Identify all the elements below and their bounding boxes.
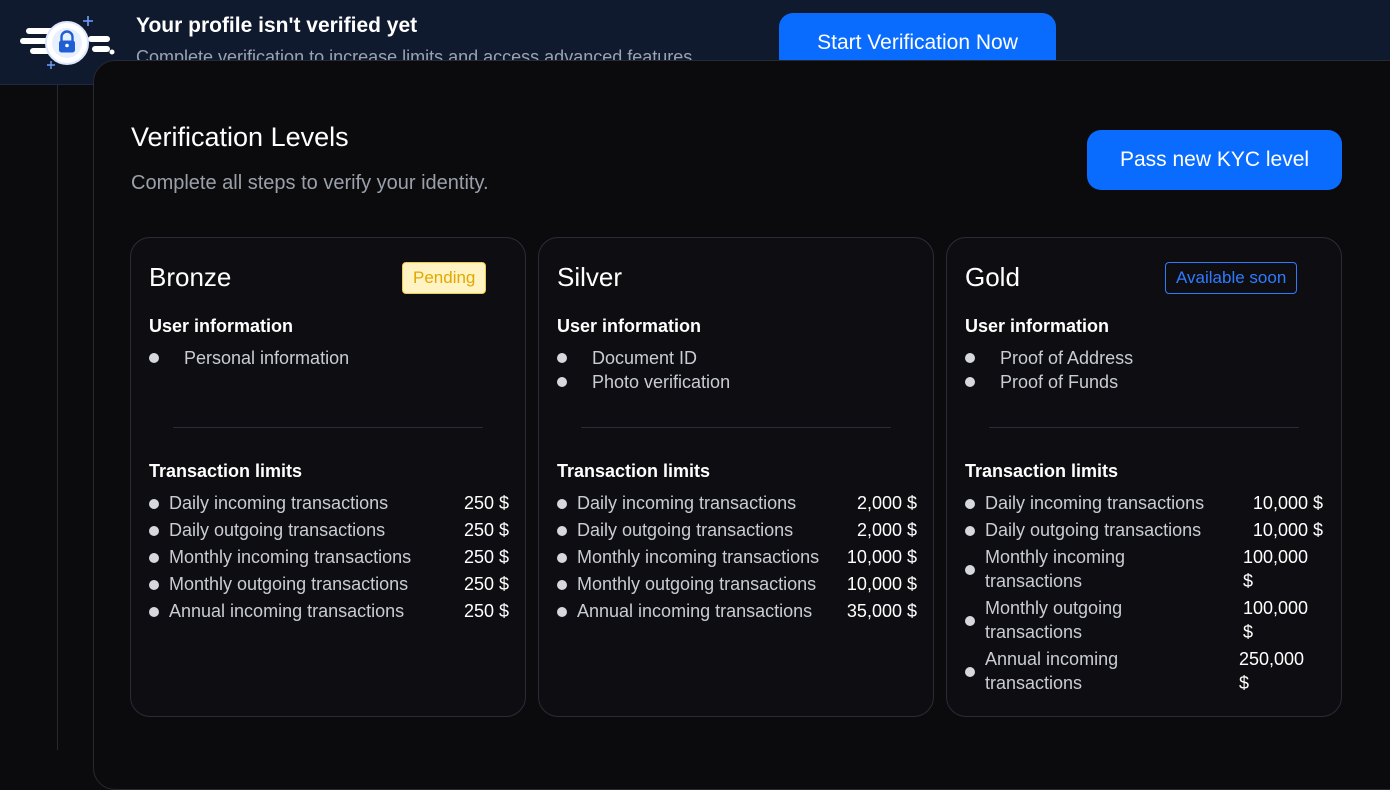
banner-title: Your profile isn't verified yet [136, 14, 418, 37]
limit-row: Daily incoming transactions 250 $ [149, 491, 509, 518]
divider [989, 427, 1299, 428]
bullet-icon [557, 607, 567, 617]
page-title: Verification Levels [131, 122, 349, 152]
limit-value: 2,000 $ [856, 520, 917, 540]
pass-kyc-level-button[interactable]: Pass new KYC level [1087, 130, 1342, 190]
bullet-icon [965, 667, 975, 677]
user-info-list: Proof of Address Proof of Funds [965, 346, 1133, 394]
limits-list: Daily incoming transactions 10,000 $ Dail… [965, 491, 1323, 698]
sidebar-divider [57, 85, 58, 750]
list-item: Photo verification [557, 370, 730, 394]
limits-list: Daily incoming transactions 2,000 $ Daily… [557, 491, 917, 626]
status-badge-available-soon: Available soon [1165, 262, 1298, 294]
level-card-gold: Gold Available soon User information Pro… [946, 237, 1342, 717]
limit-value: 10,000 $ [1252, 520, 1323, 540]
limit-row: Annual incoming transactions 35,000 $ [557, 599, 917, 626]
limit-row: Daily outgoing transactions 250 $ [149, 518, 509, 545]
limit-value: 250 $ [463, 493, 509, 513]
limit-label: Daily outgoing transactions [577, 520, 794, 540]
limit-row: Monthly incoming transactions 100,000 $ [965, 545, 1323, 596]
limit-label: Daily incoming transactions [169, 493, 389, 513]
bullet-icon [557, 377, 567, 387]
list-item: Document ID [557, 346, 730, 370]
limit-row: Monthly incoming transactions 250 $ [149, 545, 509, 572]
page-subtitle: Complete all steps to verify your identi… [131, 172, 489, 194]
user-info-list: Personal information [149, 346, 349, 370]
limit-label: Monthly incoming transactions [577, 547, 820, 567]
list-item: Proof of Funds [965, 370, 1133, 394]
limits-heading: Transaction limits [149, 461, 303, 481]
limits-list: Daily incoming transactions 250 $ Daily o… [149, 491, 509, 626]
limit-value: 35,000 $ [846, 601, 917, 621]
limit-row: Monthly incoming transactions 10,000 $ [557, 545, 917, 572]
limit-label: Annual incoming transactions [985, 649, 1119, 693]
divider [173, 427, 483, 428]
bullet-icon [965, 616, 975, 626]
limit-label: Daily outgoing transactions [985, 520, 1202, 540]
bullet-icon [149, 553, 159, 563]
limit-value: 100,000 $ [1243, 547, 1309, 591]
level-card-bronze: Bronze Pending User information Personal… [130, 237, 526, 717]
limit-label: Daily incoming transactions [985, 493, 1205, 513]
bullet-icon [965, 526, 975, 536]
limit-label: Annual incoming transactions [577, 601, 813, 621]
bullet-icon [149, 353, 159, 363]
bullet-icon [557, 353, 567, 363]
list-item: Personal information [149, 346, 349, 370]
limit-label: Monthly outgoing transactions [577, 574, 817, 594]
limit-row: Daily incoming transactions 2,000 $ [557, 491, 917, 518]
limit-value: 10,000 $ [846, 574, 917, 594]
limit-value: 10,000 $ [1252, 493, 1323, 513]
limit-row: Annual incoming transactions 250,000 $ [965, 647, 1323, 698]
bullet-icon [149, 580, 159, 590]
bullet-icon [557, 580, 567, 590]
limit-label: Annual incoming transactions [169, 601, 405, 621]
list-item: Proof of Address [965, 346, 1133, 370]
divider [581, 427, 891, 428]
limit-label: Monthly outgoing transactions [985, 598, 1123, 642]
bullet-icon [149, 526, 159, 536]
card-title: Silver [557, 262, 623, 292]
limit-label: Monthly incoming transactions [985, 547, 1126, 591]
bullet-icon [965, 353, 975, 363]
limit-label: Monthly incoming transactions [169, 547, 412, 567]
limit-value: 2,000 $ [856, 493, 917, 513]
limit-row: Monthly outgoing transactions 10,000 $ [557, 572, 917, 599]
limit-label: Monthly outgoing transactions [169, 574, 409, 594]
card-title: Gold [965, 262, 1020, 292]
status-badge-pending: Pending [402, 262, 487, 294]
limit-row: Annual incoming transactions 250 $ [149, 599, 509, 626]
limit-label: Daily incoming transactions [577, 493, 797, 513]
user-info-heading: User information [557, 316, 702, 336]
bullet-icon [557, 526, 567, 536]
limit-value: 250 $ [463, 520, 509, 540]
limits-heading: Transaction limits [557, 461, 711, 481]
limit-value: 250 $ [463, 547, 509, 567]
limit-row: Daily incoming transactions 10,000 $ [965, 491, 1323, 518]
limit-row: Daily outgoing transactions 2,000 $ [557, 518, 917, 545]
limit-value: 250,000 $ [1239, 649, 1305, 693]
limit-value: 250 $ [463, 574, 509, 594]
card-title: Bronze [149, 262, 232, 292]
limits-heading: Transaction limits [965, 461, 1119, 481]
limit-label: Daily outgoing transactions [169, 520, 386, 540]
limit-row: Monthly outgoing transactions 100,000 $ [965, 596, 1323, 647]
limit-row: Monthly outgoing transactions 250 $ [149, 572, 509, 599]
bullet-icon [149, 607, 159, 617]
limit-value: 250 $ [463, 601, 509, 621]
user-info-heading: User information [149, 316, 294, 336]
bullet-icon [557, 499, 567, 509]
bullet-icon [149, 499, 159, 509]
bullet-icon [965, 377, 975, 387]
limit-row: Daily outgoing transactions 10,000 $ [965, 518, 1323, 545]
user-info-heading: User information [965, 316, 1110, 336]
limit-value: 10,000 $ [846, 547, 917, 567]
level-card-silver: Silver User information Document ID Phot… [538, 237, 934, 717]
limit-value: 100,000 $ [1243, 598, 1309, 642]
bullet-icon [965, 565, 975, 575]
bullet-icon [965, 499, 975, 509]
bullet-icon [557, 553, 567, 563]
user-info-list: Document ID Photo verification [557, 346, 730, 394]
